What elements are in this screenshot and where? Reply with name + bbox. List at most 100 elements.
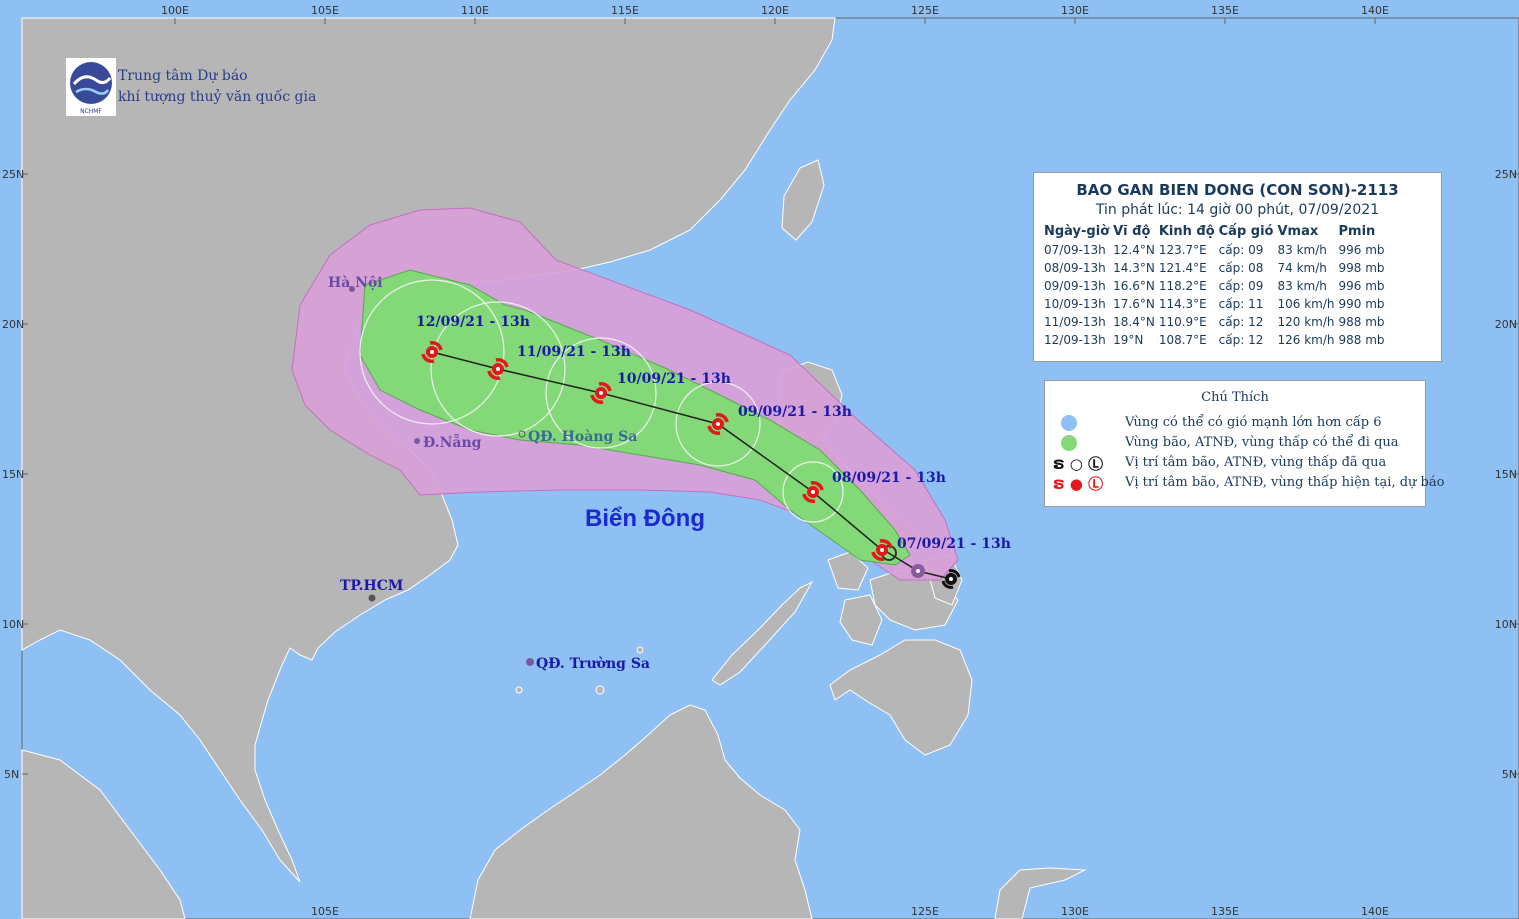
lon-label: 120E	[761, 4, 789, 17]
lon-label: 140E	[1361, 4, 1389, 17]
table-cell: 998 mb	[1338, 261, 1385, 275]
danang-marker	[414, 438, 420, 444]
table-cell: 114.3°E	[1158, 297, 1207, 311]
logo-line-2: khí tượng thuỷ văn quốc gia	[118, 89, 317, 105]
lon-label: 135E	[1211, 905, 1239, 918]
past-symbols-icon: ຣ ○ Ⓛ	[1053, 454, 1104, 473]
lon-label: 105E	[311, 4, 339, 17]
lon-label: 140E	[1361, 905, 1389, 918]
truongsa-label: QĐ. Trường Sa	[536, 656, 650, 672]
col-header: Vĩ độ	[1113, 224, 1151, 239]
danang-label: Đ.Nẵng	[423, 432, 482, 451]
lon-label: 125E	[911, 4, 939, 17]
hanoi-label: Hà Nội	[328, 275, 383, 291]
track-label-1109: 11/09/21 - 13h	[517, 344, 631, 360]
table-cell: 118.2°E	[1158, 279, 1207, 293]
table-cell: 12/09-13h	[1044, 333, 1106, 347]
legend-past-text: Vị trí tâm bão, ATNĐ, vùng thấp đã qua	[1125, 455, 1387, 470]
lat-label: 25N	[2, 168, 24, 181]
table-cell: 07/09-13h	[1044, 243, 1106, 257]
table-cell: cấp: 09	[1218, 243, 1264, 257]
lat-label: 5N	[4, 768, 19, 781]
table-cell: 83 km/h	[1277, 279, 1327, 293]
lon-label: 110E	[461, 4, 489, 17]
islet	[595, 685, 605, 695]
table-cell: 74 km/h	[1277, 261, 1327, 275]
lon-label: 125E	[911, 905, 939, 918]
track-label-1209: 12/09/21 - 13h	[416, 314, 530, 330]
table-cell: 12.4°N	[1113, 243, 1155, 257]
lat-label: 10N	[2, 618, 24, 631]
table-cell: 19°N	[1113, 333, 1144, 347]
past-storm-icon	[911, 564, 925, 578]
lat-label: 5N	[1502, 768, 1517, 781]
table-cell: 83 km/h	[1277, 243, 1327, 257]
legend-row-past: ຣ ○ Ⓛ	[1053, 453, 1106, 473]
storm-info-box: BAO GAN BIEN DONG (CON SON)-2113 Tin phá…	[1033, 172, 1442, 362]
col-header: Pmin	[1338, 224, 1376, 239]
track-label-0809: 08/09/21 - 13h	[832, 470, 946, 486]
table-cell: 16.6°N	[1113, 279, 1155, 293]
lon-label: 115E	[611, 4, 639, 17]
table-cell: 10/09-13h	[1044, 297, 1106, 311]
table-row: 08/09-13h 14.3°N 121.4°E cấp: 08 74 km/h 998 …	[1044, 259, 1389, 277]
legend-wind-text: Vùng có thể có gió mạnh lớn hơn cấp 6	[1125, 415, 1382, 430]
nchmf-logo: NCHMF	[66, 58, 116, 116]
track-label-1009: 10/09/21 - 13h	[617, 371, 731, 387]
table-cell: cấp: 12	[1218, 315, 1264, 329]
hcm-marker	[368, 594, 376, 602]
forecast-symbols-icon: ຣ ● Ⓛ	[1053, 474, 1104, 493]
table-cell: cấp: 08	[1218, 261, 1264, 275]
table-cell: 18.4°N	[1113, 315, 1155, 329]
table-cell: cấp: 12	[1218, 333, 1264, 347]
table-cell: 110.9°E	[1158, 315, 1207, 329]
legend-row-wind	[1053, 413, 1077, 433]
table-cell: 996 mb	[1338, 243, 1385, 257]
lon-label: 130E	[1061, 905, 1089, 918]
logo-text: Trung tâm Dự báo khí tượng thuỷ văn quốc…	[118, 66, 316, 108]
storm-title: BAO GAN BIEN DONG (CON SON)-2113	[1076, 181, 1399, 199]
table-cell: 120 km/h	[1277, 315, 1335, 329]
table-cell: 988 mb	[1338, 333, 1385, 347]
table-cell: 108.7°E	[1158, 333, 1207, 347]
table-cell: 17.6°N	[1113, 297, 1155, 311]
table-cell: 106 km/h	[1277, 297, 1335, 311]
track-label-0709: 07/09/21 - 13h	[897, 536, 1011, 552]
table-row: 07/09-13h 12.4°N 123.7°E cấp: 09 83 km/h 996 …	[1044, 241, 1389, 259]
table-cell: 123.7°E	[1158, 243, 1207, 257]
logo-line-1: Trung tâm Dự báo	[118, 68, 248, 84]
wind-zone-swatch	[1061, 415, 1077, 431]
legend-title: Chú Thích	[1201, 390, 1269, 405]
table-cell: 08/09-13h	[1044, 261, 1106, 275]
table-row: 09/09-13h 16.6°N 118.2°E cấp: 09 83 km/h 996 …	[1044, 277, 1389, 295]
table-row: 12/09-13h 19°N 108.7°E cấp: 12 126 km/h 988 m…	[1044, 331, 1389, 349]
table-cell: 996 mb	[1338, 279, 1385, 293]
legend-forecast-text: Vị trí tâm bão, ATNĐ, vùng thấp hiện tại…	[1125, 475, 1445, 490]
col-header: Kinh độ	[1158, 224, 1215, 239]
lon-label: 100E	[161, 4, 189, 17]
table-cell: 988 mb	[1338, 315, 1385, 329]
lat-label: 20N	[1495, 318, 1517, 331]
table-row: 11/09-13h 18.4°N 110.9°E cấp: 12 120 km/h 988…	[1044, 313, 1389, 331]
forecast-table: Ngày-giờ Vĩ độ Kinh độ Cấp gió Vmax Pmin…	[1044, 224, 1389, 349]
table-header-row: Ngày-giờ Vĩ độ Kinh độ Cấp gió Vmax Pmin	[1044, 224, 1389, 241]
hcm-label: TP.HCM	[340, 578, 403, 594]
track-label-0909: 09/09/21 - 13h	[738, 404, 852, 420]
truongsa-marker	[526, 658, 534, 666]
issued-time: Tin phát lúc: 14 giờ 00 phút, 07/09/2021	[1095, 202, 1380, 218]
lat-label: 15N	[1495, 468, 1517, 481]
col-header: Cấp gió	[1218, 224, 1274, 239]
legend-row-forecast: ຣ ● Ⓛ	[1053, 473, 1106, 493]
islet	[636, 646, 644, 654]
legend-box: Chú Thích Vùng có thể có gió mạnh lớn hơ…	[1044, 380, 1444, 507]
lat-label: 10N	[1495, 618, 1517, 631]
table-cell: 121.4°E	[1158, 261, 1207, 275]
lon-label: 130E	[1061, 4, 1089, 17]
col-header: Ngày-giờ	[1044, 224, 1110, 239]
table-cell: 990 mb	[1338, 297, 1385, 311]
lon-label: 105E	[311, 905, 339, 918]
lat-label: 15N	[2, 468, 24, 481]
hoangsa-label: QĐ. Hoàng Sa	[528, 429, 637, 445]
legend-zone-text: Vùng bão, ATNĐ, vùng thấp có thể đi qua	[1125, 435, 1399, 450]
legend-row-zone	[1053, 433, 1077, 453]
